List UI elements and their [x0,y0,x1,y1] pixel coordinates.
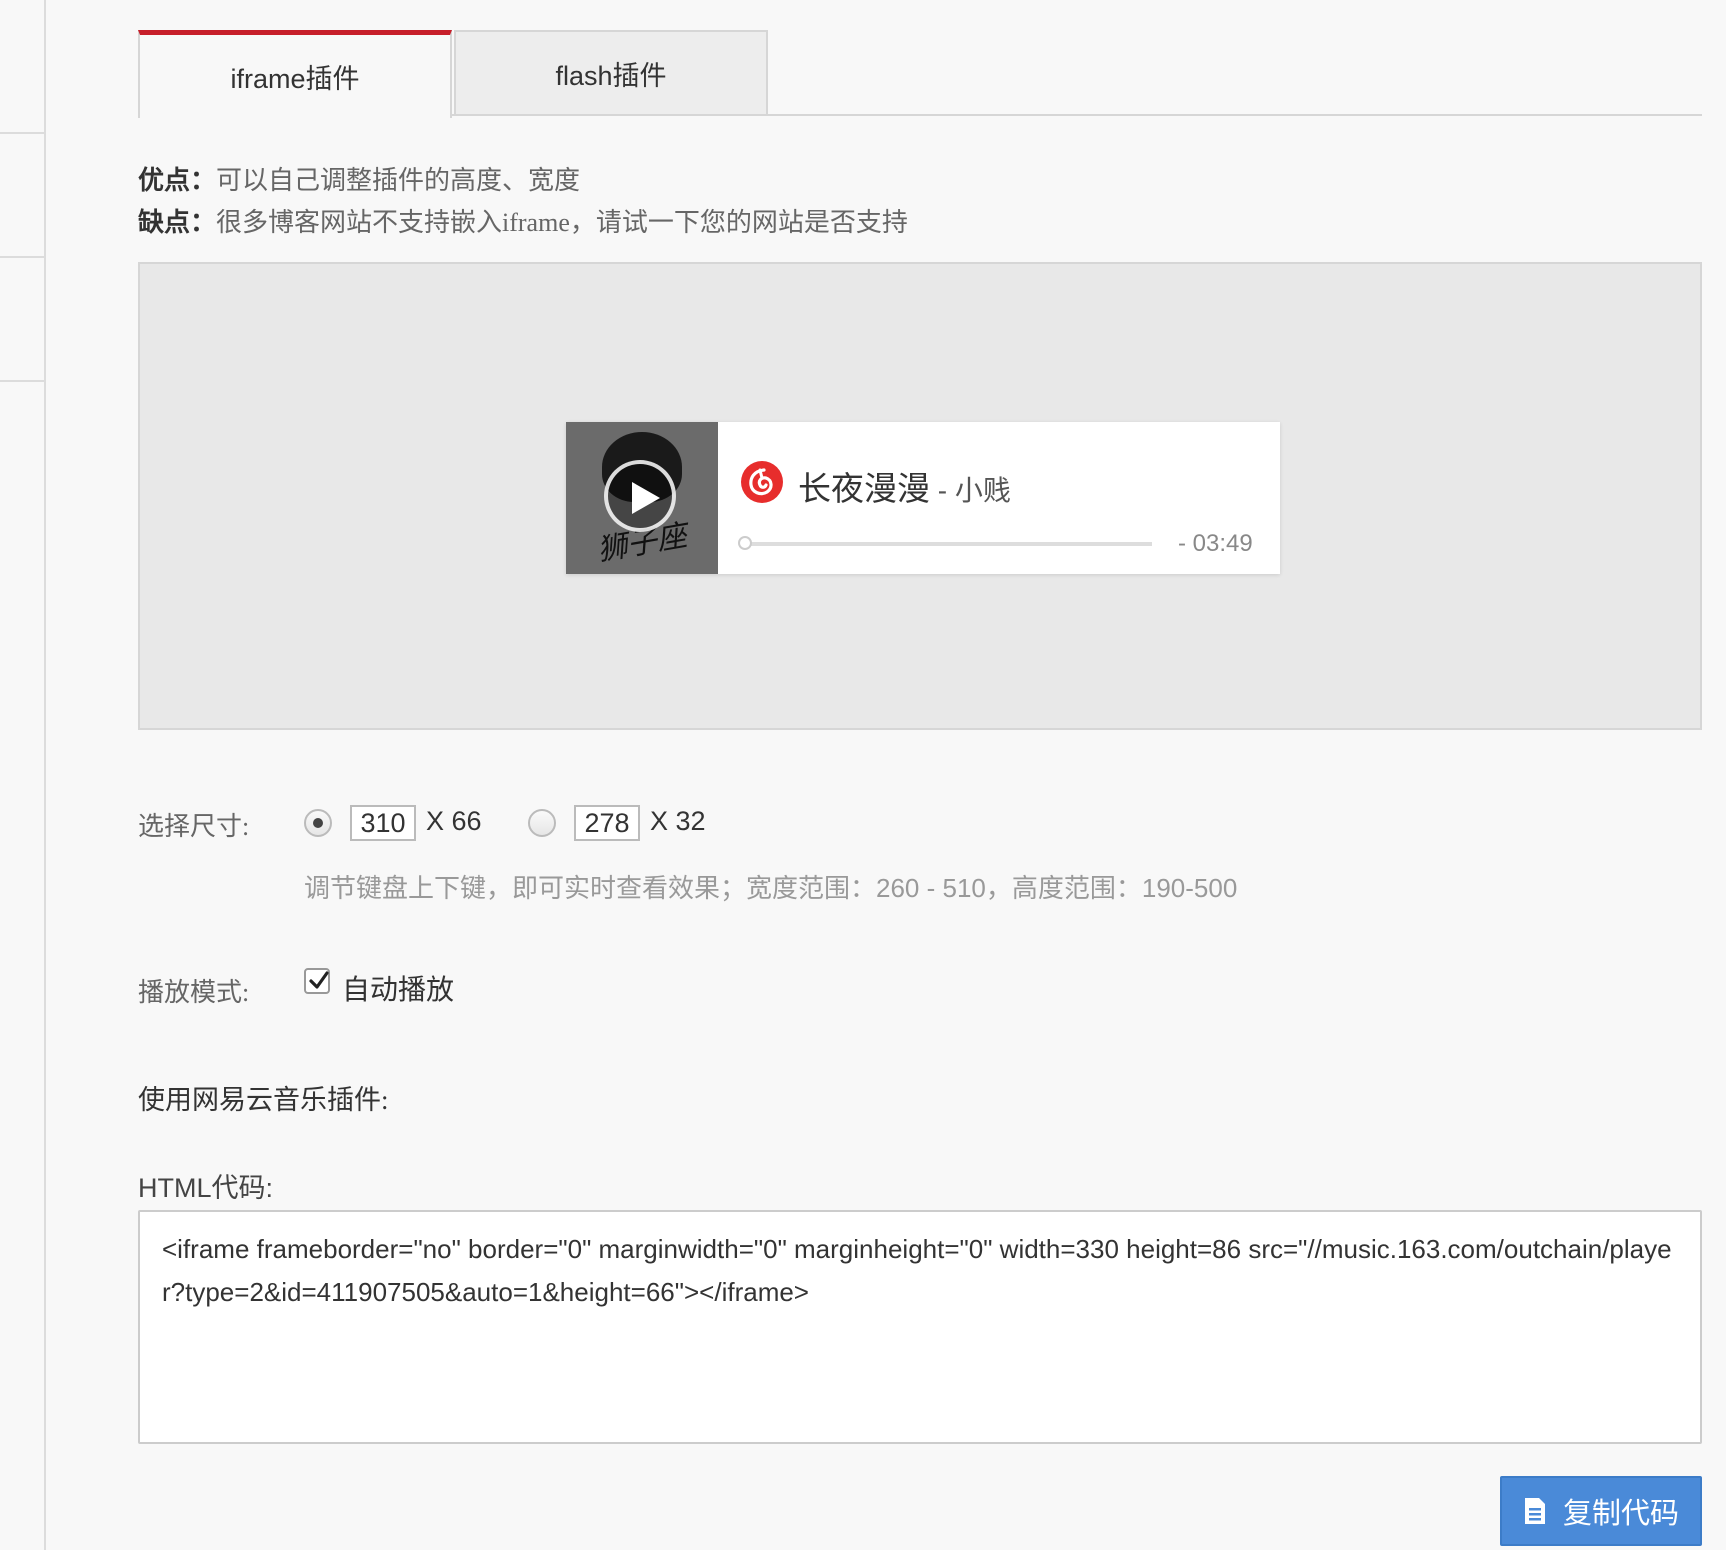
music-player: 狮子座 长夜漫漫 - 小贱 - 03:49 [566,422,1280,574]
width-input-310[interactable]: 310 [350,805,416,841]
song-artist: - 小贱 [930,475,1011,506]
height-66-text: X 66 [426,806,482,836]
rail-divider [0,256,44,258]
song-duration: - 03:49 [1178,530,1253,557]
rail-divider [0,132,44,134]
player-preview: 狮子座 长夜漫漫 - 小贱 - 03:49 [138,262,1702,730]
tab-flash[interactable]: flash插件 [454,30,768,114]
plugin-description: 优点：可以自己调整插件的高度、宽度 缺点：很多博客网站不支持嵌入iframe，请… [138,160,908,244]
tab-iframe-label: iframe插件 [230,64,360,94]
pros-line: 优点：可以自己调整插件的高度、宽度 [138,160,908,202]
checkmark-icon [309,971,329,989]
song-title: 长夜漫漫 [798,470,930,507]
embed-title: 使用网易云音乐插件: [138,1085,389,1115]
size-hint: 调节键盘上下键，即可实时查看效果；宽度范围：260 - 510，高度范围：190… [304,873,1238,903]
page: iframe插件 flash插件 优点：可以自己调整插件的高度、宽度 缺点：很多… [0,0,1726,1550]
size-radio-310[interactable] [304,809,332,837]
autoplay-checkbox[interactable] [304,968,330,994]
cons-line: 缺点：很多博客网站不支持嵌入iframe，请试一下您的网站是否支持 [138,202,908,244]
cons-label: 缺点： [138,208,217,237]
cons-text: 很多博客网站不支持嵌入iframe，请试一下您的网站是否支持 [216,208,908,237]
autoplay-label[interactable]: 自动播放 [342,968,454,1008]
width-input-278[interactable]: 278 [574,805,640,841]
pros-text: 可以自己调整插件的高度、宽度 [216,166,581,195]
play-icon [632,482,660,514]
netease-music-logo-icon [741,461,783,503]
song-info: 长夜漫漫 - 小贱 [798,462,1011,510]
tab-flash-label: flash插件 [555,60,667,91]
copy-code-button[interactable]: 复制代码 [1500,1476,1702,1546]
play-button[interactable] [604,460,676,532]
size-label: 选择尺寸: [138,812,250,841]
plugin-tabs: iframe插件 flash插件 [138,30,1702,118]
html-code-textarea[interactable]: <iframe frameborder="no" border="0" marg… [138,1210,1702,1444]
rail-divider [0,380,44,382]
tab-iframe[interactable]: iframe插件 [138,30,452,118]
height-32-text: X 32 [650,806,706,836]
copy-code-label: 复制代码 [1562,1498,1679,1530]
radio-dot [313,818,323,828]
document-icon [1524,1498,1545,1524]
html-code-label: HTML代码: [138,1173,273,1203]
album-cover: 狮子座 [566,422,718,574]
progress-knob[interactable] [738,536,752,550]
mode-label: 播放模式: [138,978,250,1007]
size-radio-278[interactable] [528,809,556,837]
progress-track[interactable] [742,542,1152,546]
left-rail [0,0,46,1550]
pros-label: 优点： [138,166,217,195]
